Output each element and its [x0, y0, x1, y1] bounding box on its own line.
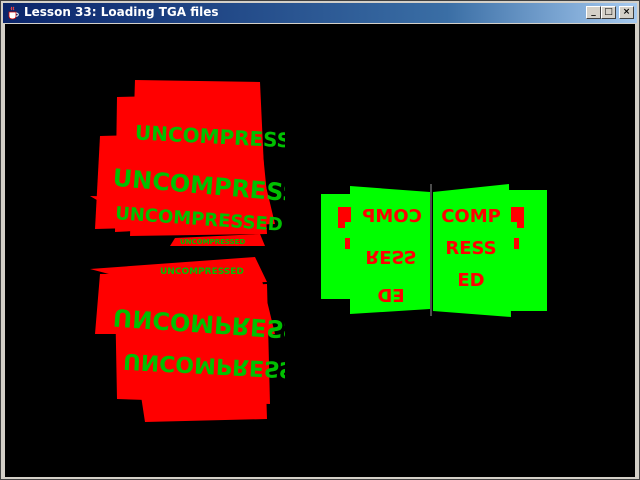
window-title: Lesson 33: Loading TGA files [24, 5, 219, 19]
fragment-left-tick [345, 238, 350, 249]
texture-text-mid: UNCOMPRESSED [180, 238, 245, 246]
texture-text-mid-lower: UNCOMPRESSED [160, 267, 244, 277]
right-text-row2-flip: RESS [365, 246, 416, 267]
gl-canvas[interactable]: UNCOMPRESSED UNCOMPRESSED UNCOMPRESSED U… [5, 24, 635, 477]
right-text-row3: ED [457, 270, 484, 291]
app-window: Lesson 33: Loading TGA files _ □ × UNCOM… [0, 0, 640, 480]
right-rotating-quads: COMP RESS ED COMP RESS ED [321, 184, 547, 317]
maximize-button[interactable]: □ [601, 6, 616, 19]
scene-render: UNCOMPRESSED UNCOMPRESSED UNCOMPRESSED U… [90, 80, 547, 422]
left-rotating-quads: UNCOMPRESSED UNCOMPRESSED UNCOMPRESSED U… [90, 80, 285, 422]
title-bar[interactable]: Lesson 33: Loading TGA files _ □ × [3, 3, 637, 23]
right-text-row2: RESS [445, 238, 496, 259]
fragment-right-tick [514, 238, 519, 249]
close-button[interactable]: × [619, 6, 634, 19]
minimize-button[interactable]: _ [586, 6, 601, 19]
right-text-row1: COMP [441, 206, 501, 227]
java-cup-icon [8, 6, 19, 20]
right-text-row1-mirror: COMP [362, 206, 422, 227]
right-text-row3-flip: ED [377, 284, 404, 305]
